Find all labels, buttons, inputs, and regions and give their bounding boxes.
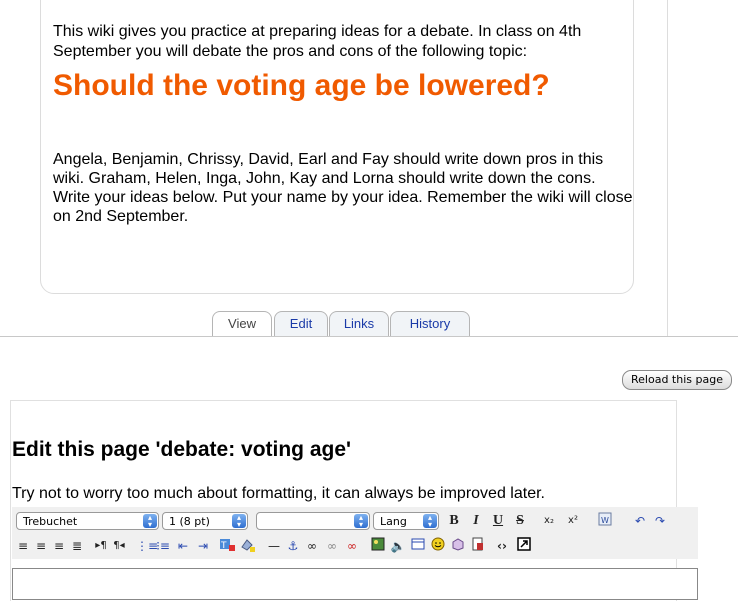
debate-topic: Should the voting age be lowered? [53,69,550,102]
size-select-value: 1 (8 pt) [169,515,210,528]
nolink-icon[interactable]: ∞ [344,537,360,555]
edit-heading: Edit this page 'debate: voting age' [12,438,352,461]
smiley-icon [431,537,445,551]
edit-hint: Try not to worry too much about formatti… [12,485,545,502]
lang-select-value: Lang [380,515,407,528]
font-select-value: Trebuchet [23,515,78,528]
justify-icon[interactable]: ≣ [70,537,84,555]
table-icon [411,538,425,550]
intro-text: This wiki gives you practice at preparin… [53,23,582,60]
unlink-icon[interactable]: ∞ [324,537,340,555]
divider [667,0,668,336]
rtl-icon[interactable]: ¶◂ [112,537,126,555]
indent-icon[interactable]: ⇥ [196,537,210,555]
italic-icon[interactable]: I [468,512,484,530]
tab-view[interactable]: View [212,311,272,336]
special-char-icon [452,538,464,551]
outdent-icon[interactable]: ⇤ [176,537,190,555]
image-icon [371,537,385,551]
undo-icon[interactable]: ↶ [632,512,648,530]
ltr-icon[interactable]: ▸¶ [94,537,108,555]
fullscreen-icon [517,537,531,551]
select-arrows-icon: ▴ ▾ [232,514,246,529]
media-icon[interactable]: 🔈 [390,537,406,555]
select-arrows-icon: ▴ ▾ [143,514,157,529]
bold-icon[interactable]: B [446,512,462,530]
link-icon[interactable]: ∞ [304,537,320,555]
background-color-icon [241,539,255,552]
underline-icon[interactable]: U [490,512,506,530]
redo-icon[interactable]: ↷ [652,512,668,530]
tab-edit[interactable]: Edit [274,311,328,336]
reload-button[interactable]: Reload this page [622,370,732,390]
anchor-icon[interactable]: ⚓ [286,537,300,555]
search-replace-icon[interactable] [470,537,486,555]
smiley-icon[interactable] [430,537,446,555]
tab-history[interactable]: History [390,311,470,336]
text-color-icon: T [220,539,235,551]
separator [0,336,738,337]
editor-toolbar: Trebuchet ▴ ▾ 1 (8 pt) ▴ ▾ ▴ ▾ Lang ▴ ▾ B I … [12,507,698,559]
align-right-icon[interactable]: ≡ [52,537,66,555]
font-select[interactable]: Trebuchet ▴ ▾ [16,512,159,530]
align-center-icon[interactable]: ≡ [34,537,48,555]
html-source-icon[interactable]: ‹› [494,537,510,555]
search-replace-icon [472,537,483,551]
ordered-list-icon[interactable]: ⋮≡ [136,537,158,555]
table-icon[interactable] [410,537,426,555]
clean-word-icon: W [598,512,612,526]
background-color-icon[interactable] [240,537,256,555]
special-char-icon[interactable] [450,537,466,555]
image-icon[interactable] [370,537,386,555]
text-color-icon[interactable]: T [220,537,236,555]
clean-word-icon[interactable]: W [596,512,614,530]
svg-text:T: T [220,541,227,551]
editor-textarea[interactable] [12,568,698,600]
select-arrows-icon: ▴ ▾ [354,514,368,529]
instructions-text: Angela, Benjamin, Chrissy, David, Earl a… [53,151,633,225]
horizontal-rule-icon[interactable]: — [266,537,282,555]
lang-select[interactable]: Lang ▴ ▾ [373,512,439,530]
svg-text:W: W [601,516,609,525]
select-arrows-icon: ▴ ▾ [423,514,437,529]
superscript-icon[interactable]: x² [564,512,582,530]
size-select[interactable]: 1 (8 pt) ▴ ▾ [162,512,248,530]
align-left-icon[interactable]: ≡ [16,537,30,555]
subscript-icon[interactable]: x₂ [540,512,558,530]
tab-links[interactable]: Links [329,311,389,336]
strikethrough-icon[interactable]: S [512,512,528,530]
style-select[interactable]: ▴ ▾ [256,512,370,530]
wiki-content: This wiki gives you practice at preparin… [0,0,738,340]
fullscreen-icon[interactable] [516,537,532,555]
unordered-list-icon[interactable]: ⁝≡ [156,537,170,555]
